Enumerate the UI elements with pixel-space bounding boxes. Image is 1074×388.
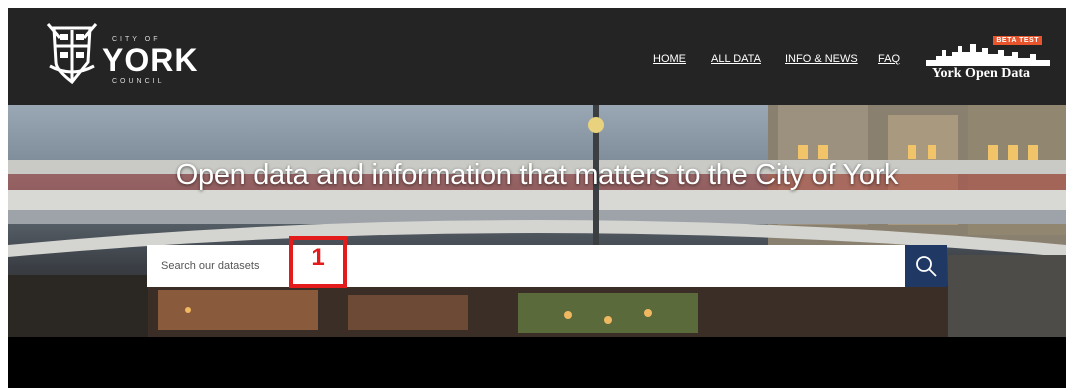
site-header: CITY OF YORK COUNCIL HOME ALL DATA INFO …: [8, 8, 1066, 105]
brand-name: York Open Data: [932, 66, 1031, 81]
york-skyline-icon: [926, 44, 1050, 66]
dataset-search-box: [147, 245, 905, 287]
nav-all-data[interactable]: ALL DATA: [711, 53, 761, 65]
nav-faq[interactable]: FAQ: [878, 53, 900, 65]
annotation-marker: 1: [289, 236, 347, 288]
annotation-label: 1: [311, 244, 325, 271]
search-icon: [916, 256, 937, 277]
main-nav: HOME ALL DATA INFO & NEWS FAQ: [8, 53, 1066, 69]
york-open-data-brand[interactable]: BETA TEST York Open Data: [926, 36, 1056, 88]
search-button[interactable]: [905, 245, 947, 287]
nav-home[interactable]: HOME: [653, 53, 686, 65]
logo-council: COUNCIL: [112, 78, 165, 85]
nav-info-news[interactable]: INFO & NEWS: [785, 53, 858, 65]
hero-banner: Open data and information that matters t…: [8, 105, 1066, 337]
search-input[interactable]: [147, 245, 901, 287]
page-frame: CITY OF YORK COUNCIL HOME ALL DATA INFO …: [8, 8, 1066, 388]
hero-headline: Open data and information that matters t…: [175, 159, 899, 191]
bridge-background-image: [8, 105, 1066, 337]
